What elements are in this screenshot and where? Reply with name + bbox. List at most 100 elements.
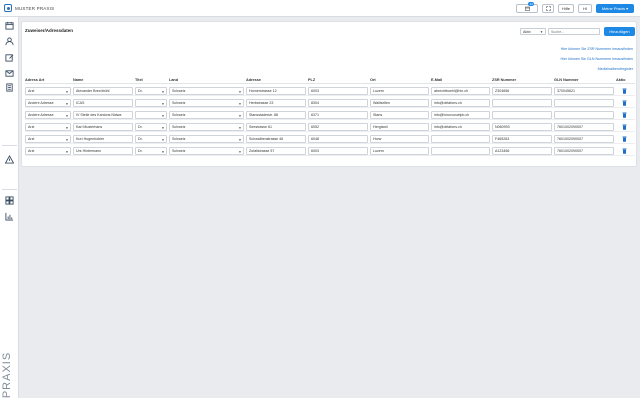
email-field[interactable]: info@delafons.ch xyxy=(431,99,490,107)
zip-field[interactable]: 6003 xyxy=(308,147,368,155)
title-select[interactable]: Dr. ▼ xyxy=(135,123,167,131)
address-type-select[interactable]: Arzt ▼ xyxy=(25,135,71,143)
email-field-value: info@delafons.ch xyxy=(434,125,462,129)
edit-icon[interactable] xyxy=(5,53,14,62)
zsr-lookup-link[interactable]: Hier können Sie ZSR Nummern herausfinden xyxy=(561,47,633,51)
address-type-select[interactable]: Arzt ▼ xyxy=(25,87,71,95)
gln-field[interactable] xyxy=(554,111,614,119)
practice-menu-button[interactable]: Meine Praxis ▾ xyxy=(596,4,634,13)
search-input[interactable] xyxy=(548,28,600,35)
address-type-select[interactable]: Arzt ▼ xyxy=(25,123,71,131)
country-select[interactable]: Schweiz ▼ xyxy=(169,123,244,131)
gln-field[interactable]: 7601002090007 xyxy=(554,147,614,155)
fullscreen-button[interactable] xyxy=(542,4,554,13)
zsr-field[interactable]: A123456 xyxy=(492,147,552,155)
title-select[interactable]: Dr. ▼ xyxy=(135,135,167,143)
patients-icon[interactable] xyxy=(5,37,14,46)
delete-icon[interactable] xyxy=(622,136,627,142)
grid-icon[interactable] xyxy=(5,196,14,205)
chevron-down-icon: ▼ xyxy=(65,138,69,142)
address-field[interactable]: Seestrasse 61 xyxy=(246,123,306,131)
address-field[interactable]: Schwalbenstrasse 46 xyxy=(246,135,306,143)
help-button[interactable]: Hilfe xyxy=(558,4,574,13)
zip-field[interactable]: 6048 xyxy=(308,135,368,143)
email-field[interactable] xyxy=(431,135,490,143)
top-bar: MUSTER PRAXIS 14 Hilfe HI Meine Praxis ▾ xyxy=(0,0,640,17)
address-field[interactable]: Hornerstrasse 12 xyxy=(246,87,306,95)
add-button[interactable]: Hinzufügen xyxy=(604,27,635,36)
city-field[interactable]: Horw xyxy=(370,135,429,143)
delete-icon[interactable] xyxy=(622,88,627,94)
country-select[interactable]: Schweiz ▼ xyxy=(169,99,244,107)
title-select[interactable]: Dr. ▼ xyxy=(135,87,167,95)
title-select[interactable]: Dr. ▼ xyxy=(135,147,167,155)
name-field-value: Alexander Brechbühl xyxy=(76,89,110,93)
city-field[interactable]: Hergiswil xyxy=(370,123,429,131)
sidebar-divider xyxy=(2,145,17,146)
gln-field[interactable]: 7601002090007 xyxy=(554,135,614,143)
zip-field[interactable]: 6371 xyxy=(308,111,368,119)
email-field[interactable]: info@delafons.ch xyxy=(431,123,490,131)
chevron-down-icon: ▼ xyxy=(161,90,165,94)
col-adress-art: Adress Art xyxy=(25,78,45,82)
register-link[interactable]: Medizinalberufregister xyxy=(598,67,633,71)
gln-field[interactable] xyxy=(554,99,614,107)
email-field[interactable]: abrechtbuehl@hin.ch xyxy=(431,87,490,95)
title-select[interactable]: ▼ xyxy=(135,99,167,107)
city-field[interactable]: Stans xyxy=(370,111,429,119)
chevron-down-icon: ▼ xyxy=(238,150,242,154)
delete-icon[interactable] xyxy=(622,112,627,118)
city-field[interactable]: Wallisellen xyxy=(370,99,429,107)
country-select[interactable]: Schweiz ▼ xyxy=(169,135,244,143)
title-select[interactable]: ▼ xyxy=(135,111,167,119)
email-field[interactable]: info@ivnovovoelpb.ch xyxy=(431,111,490,119)
zsr-field[interactable]: Z304656 xyxy=(492,87,552,95)
address-type-select[interactable]: Andere Adresse ▼ xyxy=(25,111,71,119)
zsr-field-value: F465263 xyxy=(495,137,510,141)
gln-lookup-link[interactable]: Hier können Sie GLN Nummern herausfinden xyxy=(560,57,633,61)
zsr-field[interactable]: F465263 xyxy=(492,135,552,143)
warning-icon[interactable] xyxy=(5,155,14,164)
address-type-select-value: Arzt xyxy=(28,149,35,153)
gln-field[interactable]: 7601002090007 xyxy=(554,123,614,131)
zsr-field[interactable] xyxy=(492,111,552,119)
col-titel: Titel xyxy=(135,78,143,82)
chart-icon[interactable] xyxy=(5,212,14,221)
delete-icon[interactable] xyxy=(622,124,627,130)
name-field[interactable]: ICAS xyxy=(73,99,133,107)
col-aktion: Aktio xyxy=(616,78,626,82)
sidebar: PRAXIS xyxy=(0,17,19,398)
gln-field[interactable]: 370045621 xyxy=(554,87,614,95)
address-type-select[interactable]: Andere Adresse ▼ xyxy=(25,99,71,107)
country-select[interactable]: Schweiz ▼ xyxy=(169,111,244,119)
calendar-button[interactable]: 14 xyxy=(516,2,538,13)
name-field[interactable]: Kurt Hugenhobler xyxy=(73,135,133,143)
zip-field[interactable]: 6003 xyxy=(308,87,368,95)
mail-icon[interactable] xyxy=(5,69,14,78)
zip-field[interactable]: 6052 xyxy=(308,123,368,131)
zsr-field[interactable]: N060993 xyxy=(492,123,552,131)
address-field[interactable]: Zufallstrasse 57 xyxy=(246,147,306,155)
city-field-value: Luzern xyxy=(373,149,384,153)
country-select[interactable]: Schweiz ▼ xyxy=(169,87,244,95)
address-field[interactable]: Stansstaderstr. 88 xyxy=(246,111,306,119)
name-field[interactable]: Alexander Brechbühl xyxy=(73,87,133,95)
delete-icon[interactable] xyxy=(622,100,627,106)
country-select-value: Schweiz xyxy=(172,149,186,153)
address-type-select[interactable]: Arzt ▼ xyxy=(25,147,71,155)
name-field[interactable]: Urs Hintermann xyxy=(73,147,133,155)
country-select[interactable]: Schweiz ▼ xyxy=(169,147,244,155)
delete-icon[interactable] xyxy=(622,148,627,154)
name-field[interactable]: Karl Musterhans xyxy=(73,123,133,131)
zip-field[interactable]: 8304 xyxy=(308,99,368,107)
status-filter-select[interactable]: Aktiv ▼ xyxy=(520,28,546,35)
user-button[interactable]: HI xyxy=(578,4,592,13)
document-icon[interactable] xyxy=(5,83,14,92)
calendar-icon[interactable] xyxy=(5,21,14,30)
name-field[interactable]: IV Stelle des Kantons Nidwa xyxy=(73,111,133,119)
zsr-field[interactable] xyxy=(492,99,552,107)
city-field[interactable]: Luzern xyxy=(370,147,429,155)
address-field[interactable]: Herbstrasse 23 xyxy=(246,99,306,107)
city-field[interactable]: Luzern xyxy=(370,87,429,95)
email-field[interactable] xyxy=(431,147,490,155)
